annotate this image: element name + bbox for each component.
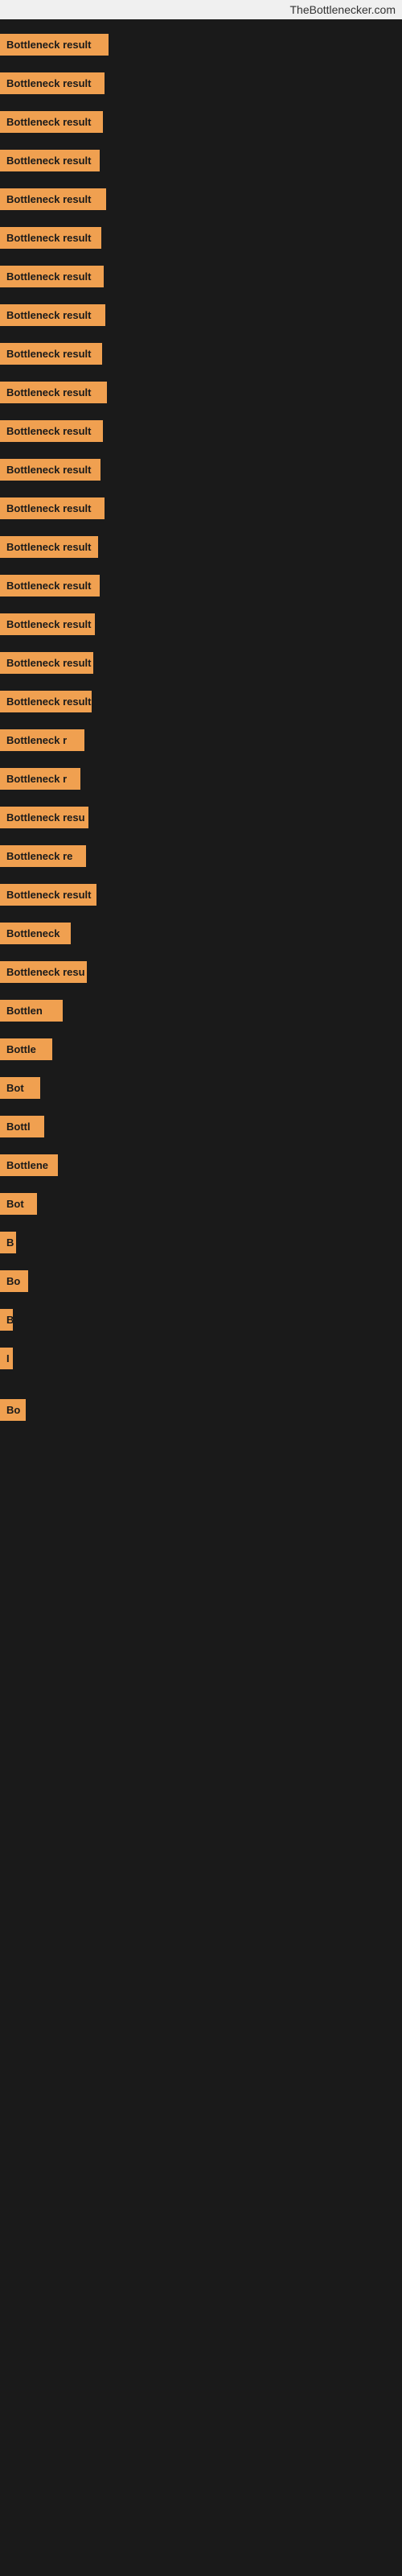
bottleneck-bar: Bottleneck result [0,613,95,635]
bottleneck-bar: Bottleneck result [0,420,103,442]
bottleneck-bar: Bottl [0,1116,44,1137]
bottleneck-bar: Bottleneck result [0,459,100,481]
bottleneck-bar: Bottleneck result [0,575,100,597]
bottleneck-bar: I [0,1348,13,1369]
bar-row: Bottleneck result [0,568,402,607]
bar-row: Bottleneck r [0,762,402,800]
bar-row: Bottleneck result [0,491,402,530]
bottleneck-bar: Bottlene [0,1154,58,1176]
bottleneck-bar: Bottleneck r [0,768,80,790]
bottleneck-bar: Bottleneck result [0,382,107,403]
bar-row: Bottleneck result [0,684,402,723]
bar-row: B [0,1225,402,1264]
bar-row: Bottle [0,1032,402,1071]
bottleneck-bar: Bottleneck result [0,188,106,210]
bar-row: Bottleneck resu [0,800,402,839]
bottleneck-bar: Bottle [0,1038,52,1060]
bottleneck-bar: Bottleneck resu [0,807,88,828]
bar-row: Bottleneck result [0,105,402,143]
bottleneck-bar: Bottleneck result [0,150,100,171]
bar-row: Bottleneck r [0,723,402,762]
bottleneck-bar: Bottleneck re [0,845,86,867]
bottleneck-bar: Bottleneck result [0,536,98,558]
bottleneck-bar: Bottlen [0,1000,63,1022]
bottleneck-bar: Bottleneck result [0,266,104,287]
bar-row: Bottleneck result [0,221,402,259]
bar-row: Bot [0,1187,402,1225]
bottleneck-bar: Bottleneck result [0,72,105,94]
bar-row: Bottleneck result [0,414,402,452]
bar-row: Bottleneck result [0,298,402,336]
bottleneck-bar: B [0,1232,16,1253]
bar-row: Bottleneck result [0,607,402,646]
bar-row: Bottleneck result [0,143,402,182]
bottleneck-bar: Bottleneck result [0,497,105,519]
bar-row: Bottl [0,1109,402,1148]
bar-row: Bottlen [0,993,402,1032]
bottleneck-bar: Bot [0,1193,37,1215]
bottleneck-bar: Bottleneck result [0,227,101,249]
bottleneck-bar: Bottleneck result [0,691,92,712]
bar-row: B [0,1302,402,1341]
bar-row [0,1380,402,1393]
bar-row: Bottleneck result [0,182,402,221]
bottleneck-bar: Bot [0,1077,40,1099]
bar-row: Bottleneck result [0,66,402,105]
bottleneck-bar: Bottleneck result [0,652,93,674]
bar-row: Bottleneck [0,916,402,955]
bar-row: Bottleneck re [0,839,402,877]
bar-row: Bottleneck result [0,259,402,298]
bar-row: Bottleneck result [0,530,402,568]
bar-row: I [0,1341,402,1380]
bottleneck-bar: Bottleneck result [0,343,102,365]
bar-row: Bot [0,1071,402,1109]
bottleneck-bar: Bottleneck resu [0,961,87,983]
bar-row: Bottleneck result [0,646,402,684]
site-title: TheBottlenecker.com [0,0,402,19]
bottleneck-bar: Bottleneck r [0,729,84,751]
bottleneck-bar: Bottleneck result [0,304,105,326]
bars-container: Bottleneck result Bottleneck result Bottle… [0,19,402,1439]
bar-row: Bottleneck resu [0,955,402,993]
bottleneck-bar: Bottleneck result [0,34,109,56]
bottleneck-bar: Bottleneck result [0,111,103,133]
bar-row: Bottleneck result [0,375,402,414]
bar-row: Bottleneck result [0,336,402,375]
bottleneck-bar: Bo [0,1270,28,1292]
bottleneck-bar: Bottleneck [0,923,71,944]
bar-row: Bottlene [0,1148,402,1187]
bar-row: Bottleneck result [0,452,402,491]
bar-row: Bottleneck result [0,27,402,66]
bottleneck-bar: Bottleneck result [0,884,96,906]
bottleneck-bar: B [0,1309,13,1331]
bar-row: Bo [0,1393,402,1431]
bar-row: Bottleneck result [0,877,402,916]
bar-row: Bo [0,1264,402,1302]
bottleneck-bar: Bo [0,1399,26,1421]
